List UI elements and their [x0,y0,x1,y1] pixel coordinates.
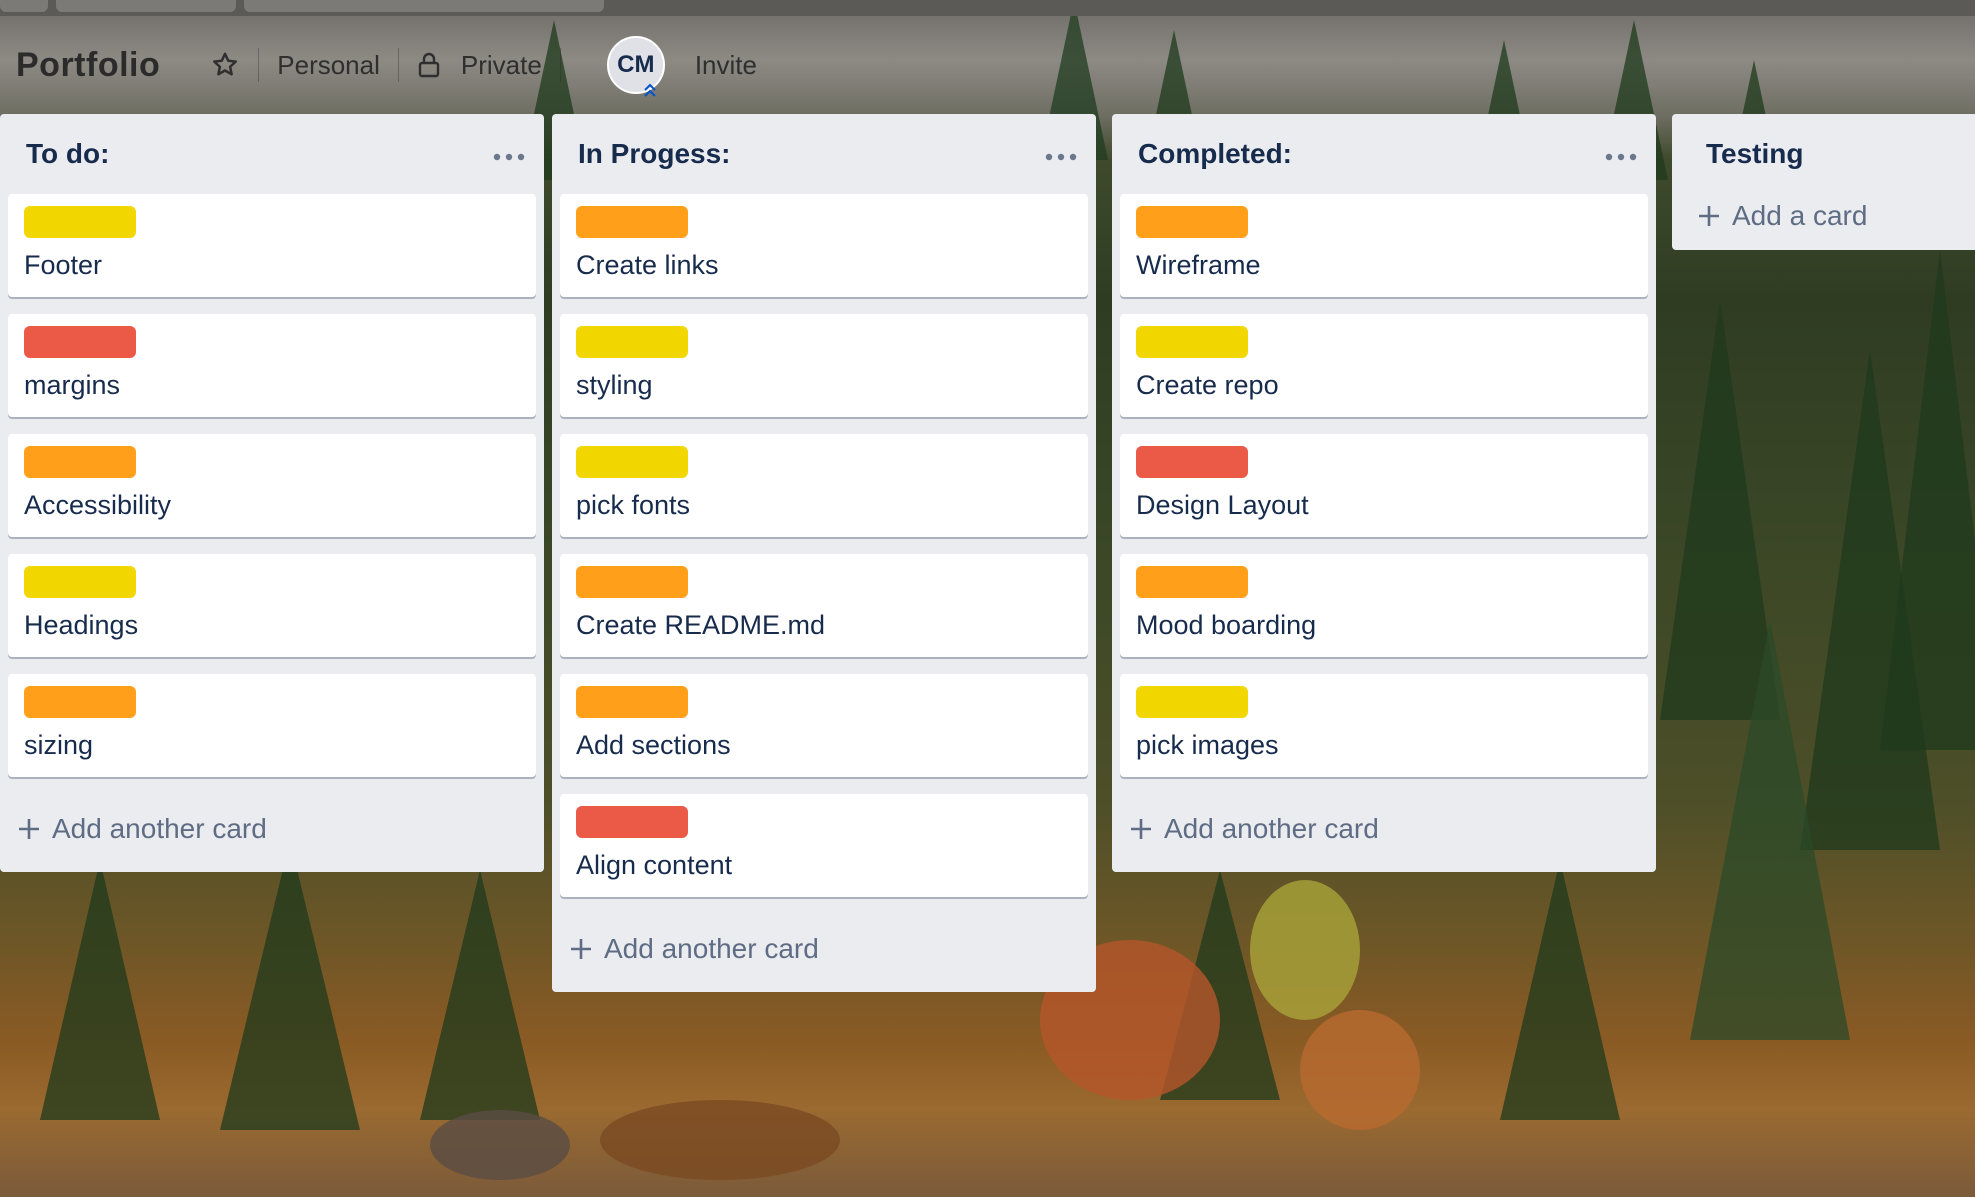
card[interactable]: pick images [1120,674,1648,777]
list-completed: Completed: Wireframe Create repo Design … [1112,114,1656,872]
card-title: pick fonts [576,490,691,520]
card-title: Footer [24,250,103,280]
card-label [24,206,136,238]
card[interactable]: Accessibility [8,434,536,537]
board-header: Portfolio Personal Private CM Invite [0,30,900,100]
card-label [1136,206,1248,238]
card-title: Create README.md [576,610,826,640]
more-options-icon[interactable] [1044,149,1078,161]
card[interactable]: Align content [560,794,1088,897]
card[interactable]: Wireframe [1120,194,1648,297]
star-icon[interactable] [210,50,240,80]
card-title: Create repo [1136,370,1279,400]
card-title: Create links [576,250,719,280]
list-title[interactable]: To do: [26,138,109,170]
card-title: Align content [576,850,733,880]
card[interactable]: Mood boarding [1120,554,1648,657]
invite-button[interactable]: Invite [695,50,757,81]
list-title[interactable]: Completed: [1138,138,1292,170]
add-card-label: Add another card [604,933,819,964]
card[interactable]: sizing [8,674,536,777]
card-label [24,566,136,598]
card-title: Wireframe [1136,250,1261,280]
card-title: Accessibility [24,490,172,520]
lock-icon [417,52,441,78]
card-title: pick images [1136,730,1279,760]
card-label [24,686,136,718]
card-label [576,446,688,478]
card-label [1136,566,1248,598]
add-card-label: Add another card [52,813,267,844]
plus-icon [1128,816,1154,842]
card-title: Headings [24,610,139,640]
list-title[interactable]: In Progess: [578,138,730,170]
browser-top-strip [0,0,1975,16]
card[interactable]: Footer [8,194,536,297]
card[interactable]: Design Layout [1120,434,1648,537]
add-card-label: Add a card [1732,200,1868,231]
workspace-visibility-button[interactable]: Personal [277,50,380,81]
card[interactable]: styling [560,314,1088,417]
add-card-button[interactable]: Add a card [1680,194,1967,238]
plus-icon [16,816,42,842]
list-in-progress: In Progess: Create links styling pick fo… [552,114,1096,992]
avatar-initials: CM [617,51,655,78]
list-header: Completed: [1120,114,1648,194]
card-label [576,806,688,838]
member-avatar[interactable]: CM [606,36,665,97]
list-header: Testing [1680,114,1967,194]
card[interactable]: Add sections [560,674,1088,777]
card[interactable]: Create links [560,194,1088,297]
list-title[interactable]: Testing [1706,138,1803,170]
more-options-icon[interactable] [492,149,526,161]
card-label [24,446,136,478]
header-divider [559,48,561,82]
privacy-button[interactable]: Private [417,50,542,81]
header-divider [258,48,260,82]
card-title: Add sections [576,730,731,760]
list-header: In Progess: [560,114,1088,194]
card-title: Design Layout [1136,490,1309,520]
card[interactable]: Create repo [1120,314,1648,417]
card-label [576,686,688,718]
add-card-label: Add another card [1164,813,1379,844]
card-title: Mood boarding [1136,610,1317,640]
admin-chevron-icon [641,78,659,97]
list-to-do: To do: Footer margins Accessibility Head… [0,114,544,872]
privacy-label: Private [460,49,542,80]
card[interactable]: Headings [8,554,536,657]
card-label [576,206,688,238]
card-title: sizing [24,730,94,760]
header-divider [397,48,399,82]
card[interactable]: margins [8,314,536,417]
card-label [1136,686,1248,718]
plus-icon [568,936,594,962]
card-label [24,326,136,358]
add-card-button[interactable]: Add another card [560,914,1088,984]
list-header: To do: [8,114,536,194]
board-title[interactable]: Portfolio [16,46,160,85]
card-title: margins [24,370,121,400]
card-label [576,566,688,598]
add-card-button[interactable]: Add another card [8,794,536,864]
card-label [1136,326,1248,358]
add-card-button[interactable]: Add another card [1120,794,1648,864]
card-label [576,326,688,358]
card-title: styling [576,370,653,400]
card-label [1136,446,1248,478]
more-options-icon[interactable] [1604,149,1638,161]
card[interactable]: Create README.md [560,554,1088,657]
list-testing: Testing Add a card [1672,114,1975,250]
card[interactable]: pick fonts [560,434,1088,537]
plus-icon [1696,203,1722,229]
